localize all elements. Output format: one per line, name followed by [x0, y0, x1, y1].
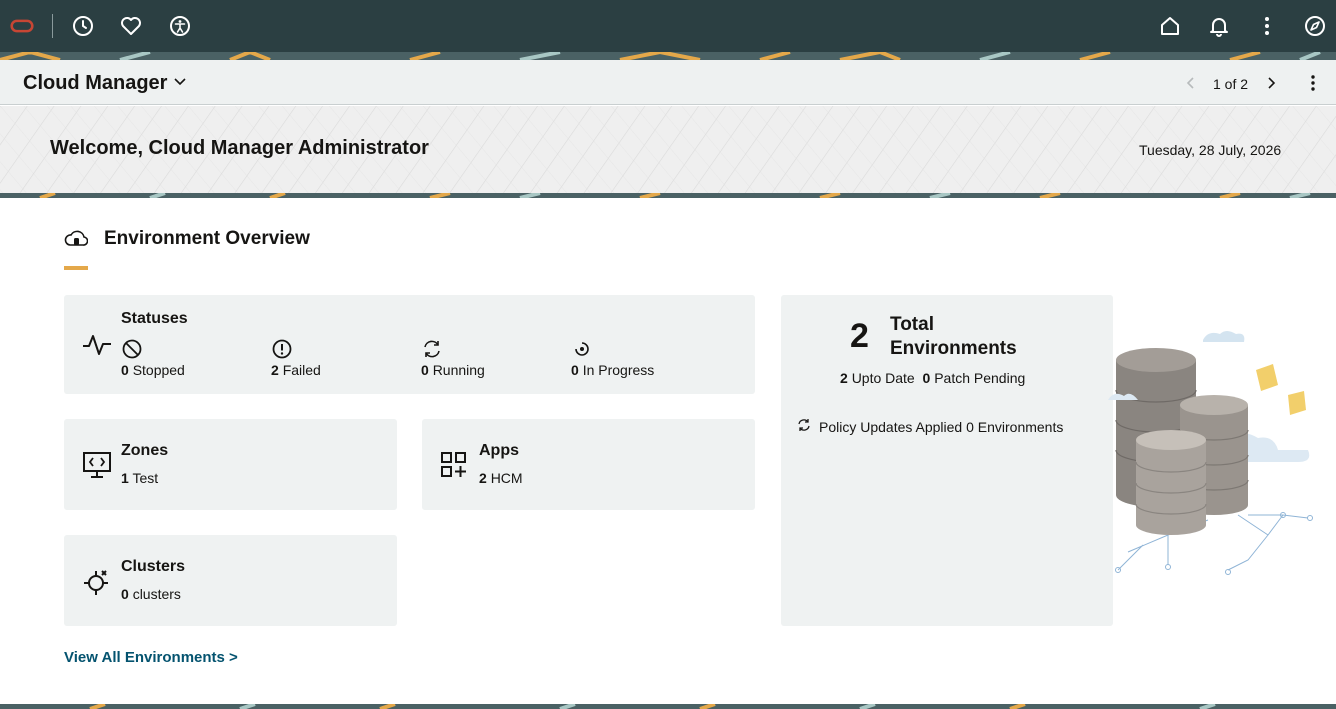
welcome-banner: Welcome, Cloud Manager Administrator Tue…: [0, 106, 1336, 193]
status-text: 0 In Progress: [571, 362, 655, 378]
statuses-label: Statuses: [121, 310, 188, 327]
activity-pulse-icon: [82, 333, 112, 362]
view-all-environments-link[interactable]: View All Environments >: [64, 649, 238, 666]
zones-label: Zones: [121, 442, 169, 459]
apps-value: 2 HCM: [479, 470, 523, 486]
zones-monitor-icon: [82, 451, 112, 484]
decorative-pattern-strip: [0, 52, 1336, 60]
current-date: Tuesday, 28 July, 2026: [1139, 142, 1282, 158]
status-text: 0 Running: [421, 362, 485, 378]
in-progress-icon: [571, 338, 593, 365]
statuses-card[interactable]: Statuses 0 Stopped 2 Failed 0 Running 0 …: [64, 295, 755, 394]
clusters-card[interactable]: Clusters 0 clusters: [64, 535, 397, 626]
running-sync-icon: [421, 338, 443, 365]
page-actions-icon[interactable]: [1304, 74, 1322, 97]
global-header: [0, 0, 1336, 52]
decorative-pattern-strip-lower: [0, 193, 1336, 198]
zones-value: 1 Test: [121, 470, 159, 486]
cloud-database-icon: [64, 228, 89, 255]
total-environments-count: 2: [850, 317, 869, 355]
more-options-icon[interactable]: [1255, 14, 1279, 38]
header-divider: [52, 14, 53, 38]
oracle-logo-icon[interactable]: [10, 14, 34, 38]
welcome-message: Welcome, Cloud Manager Administrator: [50, 137, 429, 159]
clusters-label: Clusters: [121, 558, 186, 575]
stopped-icon: [121, 338, 143, 365]
policy-updates-row: Policy Updates Applied 0 Environments: [797, 418, 1063, 435]
accessibility-icon[interactable]: [168, 14, 192, 38]
total-environments-label: Total Environments: [890, 314, 1017, 359]
status-text: 2 Failed: [271, 362, 321, 378]
home-icon[interactable]: [1158, 14, 1182, 38]
failed-alert-icon: [271, 338, 293, 365]
policy-sync-icon: [797, 418, 811, 435]
apps-label: Apps: [479, 442, 519, 459]
favorites-heart-icon[interactable]: [119, 14, 143, 38]
policy-updates-text: Policy Updates Applied 0 Environments: [819, 418, 1064, 435]
chevron-down-icon[interactable]: [173, 74, 187, 93]
navigator-compass-icon[interactable]: [1303, 14, 1327, 38]
decorative-pattern-strip-bottom: [0, 704, 1336, 709]
database-servers-illustration: [1108, 331, 1313, 575]
environment-patch-summary: 2 Upto Date 0 Patch Pending: [840, 370, 1026, 386]
page-header-bar: Cloud Manager 1 of 2: [0, 60, 1336, 105]
next-page-icon[interactable]: [1264, 76, 1278, 95]
clusters-gear-icon: [82, 567, 112, 602]
zones-card[interactable]: Zones 1 Test: [64, 419, 397, 510]
clusters-value: 0 clusters: [121, 586, 181, 602]
section-title-underline: [64, 266, 88, 270]
total-environments-card[interactable]: 2 Total Environments 2 Upto Date 0 Patch…: [781, 295, 1113, 626]
page-title[interactable]: Cloud Manager: [23, 72, 167, 95]
page-indicator: 1 of 2: [1213, 76, 1249, 92]
status-text: 0 Stopped: [121, 362, 185, 378]
apps-grid-icon: [440, 451, 468, 484]
notifications-bell-icon[interactable]: [1207, 14, 1231, 38]
recent-history-icon[interactable]: [71, 14, 95, 38]
section-title: Environment Overview: [104, 228, 310, 249]
previous-page-icon[interactable]: [1184, 76, 1198, 95]
apps-card[interactable]: Apps 2 HCM: [422, 419, 755, 510]
